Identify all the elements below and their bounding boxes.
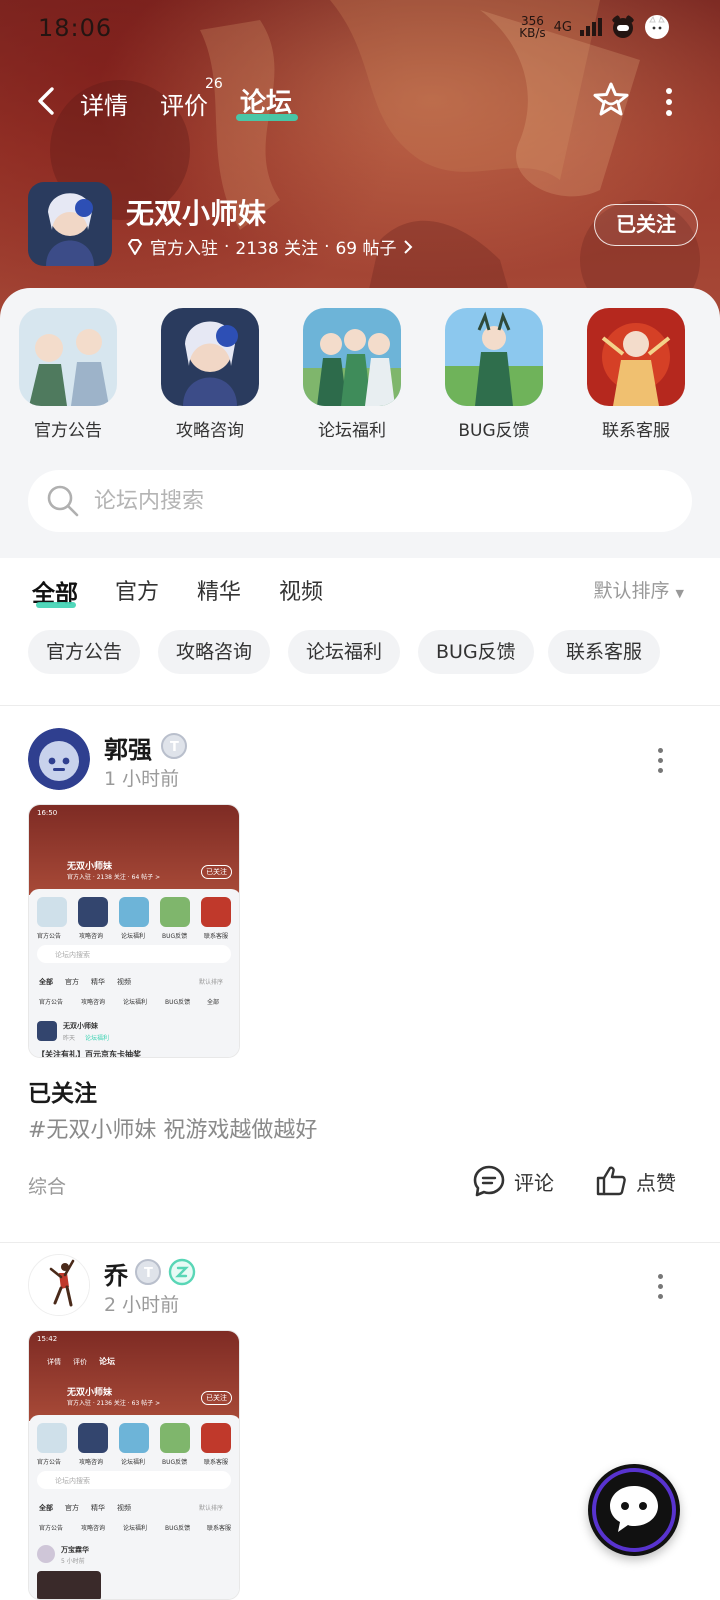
post-more-icon[interactable] bbox=[658, 1274, 666, 1304]
user-avatar[interactable] bbox=[28, 728, 90, 790]
post-time: 1 小时前 bbox=[104, 768, 180, 790]
followers-count: 2138 关注 bbox=[235, 239, 319, 259]
cat-status-icon bbox=[645, 15, 669, 39]
active-tab-indicator bbox=[36, 602, 76, 608]
shortcut-label: 联系客服 bbox=[602, 421, 670, 441]
shortcut-label: 攻略咨询 bbox=[176, 421, 244, 441]
game-info: 无双小师妹 官方入驻 · 2138 关注 · 69 帖子 已关注 bbox=[28, 182, 698, 268]
app-status-icon bbox=[612, 15, 634, 38]
bug-report-image bbox=[445, 308, 543, 406]
member-badge-icon bbox=[168, 1258, 196, 1286]
tab-review[interactable]: 评价 bbox=[160, 86, 208, 121]
shortcut-support[interactable]: 联系客服 bbox=[576, 308, 696, 441]
like-button[interactable]: 点赞 bbox=[594, 1164, 676, 1198]
game-logo[interactable] bbox=[28, 182, 112, 266]
caret-down-icon: ▼ bbox=[675, 587, 684, 600]
svg-text:T: T bbox=[170, 740, 179, 755]
chat-bubble-icon bbox=[592, 1468, 676, 1552]
back-arrow-icon[interactable] bbox=[34, 86, 60, 116]
post-image[interactable]: 16:50 无双小师妹 官方入驻 · 2138 关注 · 64 帖子 > 已关注… bbox=[28, 804, 240, 1058]
level-badge-icon: T bbox=[161, 733, 187, 759]
tab-video[interactable]: 视频 bbox=[279, 574, 323, 606]
mini-time: 16:50 bbox=[37, 809, 58, 817]
svg-text:T: T bbox=[144, 1266, 153, 1281]
chevron-right-icon bbox=[403, 239, 412, 254]
follow-button[interactable]: 已关注 bbox=[594, 204, 698, 246]
posts-count: 69 帖子 bbox=[335, 239, 397, 259]
shortcut-label: 论坛福利 bbox=[318, 421, 386, 441]
shortcut-label: 官方公告 bbox=[34, 421, 102, 441]
game-name: 无双小师妹 bbox=[126, 197, 267, 230]
shortcut-label: BUG反馈 bbox=[458, 421, 530, 441]
tab-featured[interactable]: 精华 bbox=[197, 574, 241, 606]
comment-icon bbox=[473, 1165, 505, 1197]
search-input[interactable] bbox=[92, 470, 652, 532]
net-type: 4G bbox=[553, 19, 572, 35]
divider bbox=[0, 1242, 720, 1243]
post-card[interactable]: 郭强 T 1 小时前 16:50 无双小师妹 官方入驻 · 2138 关注 · … bbox=[0, 728, 720, 1228]
like-label: 点赞 bbox=[636, 1170, 676, 1195]
post-time: 2 小时前 bbox=[104, 1294, 180, 1316]
shortcut-welfare[interactable]: 论坛福利 bbox=[292, 308, 412, 441]
chip-support[interactable]: 联系客服 bbox=[548, 630, 661, 674]
favorite-star-icon[interactable] bbox=[591, 80, 631, 120]
divider bbox=[0, 705, 720, 706]
mini-game-meta: 官方入驻 · 2138 关注 · 64 帖子 > bbox=[67, 874, 161, 881]
net-speed: 356 KB/s bbox=[519, 14, 546, 40]
top-nav: 详情 评价 26 论坛 bbox=[0, 76, 720, 128]
status-bar: 18:06 356 KB/s 4G bbox=[0, 0, 720, 60]
tab-detail[interactable]: 详情 bbox=[80, 86, 128, 121]
mini-follow: 已关注 bbox=[201, 865, 232, 879]
chip-bug-report[interactable]: BUG反馈 bbox=[418, 630, 534, 674]
username[interactable]: 郭强 bbox=[104, 730, 152, 765]
post-text: #无双小师妹 祝游戏越做越好 bbox=[28, 1118, 318, 1143]
chip-announcement[interactable]: 官方公告 bbox=[28, 630, 141, 674]
thumbs-up-icon bbox=[596, 1166, 626, 1196]
shortcut-announcement[interactable]: 官方公告 bbox=[8, 308, 128, 441]
diamond-icon bbox=[128, 238, 142, 255]
forum-search-bar[interactable] bbox=[28, 470, 692, 532]
level-badge-icon: T bbox=[135, 1259, 161, 1285]
shortcut-guide[interactable]: 攻略咨询 bbox=[150, 308, 270, 441]
review-count-badge: 26 bbox=[205, 76, 223, 92]
signal-icon bbox=[580, 18, 602, 36]
username[interactable]: 乔 bbox=[104, 1256, 128, 1291]
chip-guide[interactable]: 攻略咨询 bbox=[158, 630, 271, 674]
shortcut-bug-report[interactable]: BUG反馈 bbox=[434, 308, 554, 441]
official-label: 官方入驻 bbox=[150, 239, 218, 259]
game-meta[interactable]: 官方入驻 · 2138 关注 · 69 帖子 bbox=[126, 234, 413, 259]
status-time: 18:06 bbox=[38, 14, 113, 42]
guide-image bbox=[161, 308, 259, 406]
filter-bar: 全部 官方 精华 视频 默认排序 ▼ 官方公告 攻略咨询 论坛福利 BUG反馈 … bbox=[0, 558, 720, 708]
sort-label: 默认排序 bbox=[593, 580, 670, 602]
post-image[interactable]: 15:42 详情 评价 论坛 无双小师妹 官方入驻 · 2136 关注 · 63… bbox=[28, 1330, 240, 1600]
chip-welfare[interactable]: 论坛福利 bbox=[288, 630, 401, 674]
more-options-icon[interactable] bbox=[664, 88, 674, 116]
support-image bbox=[587, 308, 685, 406]
game-header: 18:06 356 KB/s 4G 详情 评价 26 论坛 无双小师妹 官方入驻 … bbox=[0, 0, 720, 330]
search-icon bbox=[47, 485, 79, 517]
tab-official[interactable]: 官方 bbox=[115, 574, 159, 606]
user-avatar[interactable] bbox=[28, 1254, 90, 1316]
comment-label: 评论 bbox=[514, 1170, 554, 1195]
tab-forum[interactable]: 论坛 bbox=[240, 82, 292, 119]
announcement-image bbox=[19, 308, 117, 406]
post-title: 已关注 bbox=[28, 1081, 97, 1107]
post-more-icon[interactable] bbox=[658, 748, 666, 778]
sort-dropdown[interactable]: 默认排序 ▼ bbox=[593, 576, 684, 603]
chat-assistant-button[interactable] bbox=[588, 1464, 680, 1556]
mini-game-name: 无双小师妹 bbox=[67, 862, 113, 872]
welfare-image bbox=[303, 308, 401, 406]
shortcut-panel: 官方公告 攻略咨询 论坛福利 BUG反馈 联系客服 bbox=[0, 288, 720, 558]
post-category[interactable]: 综合 bbox=[28, 1172, 66, 1199]
comment-button[interactable]: 评论 bbox=[472, 1164, 554, 1198]
